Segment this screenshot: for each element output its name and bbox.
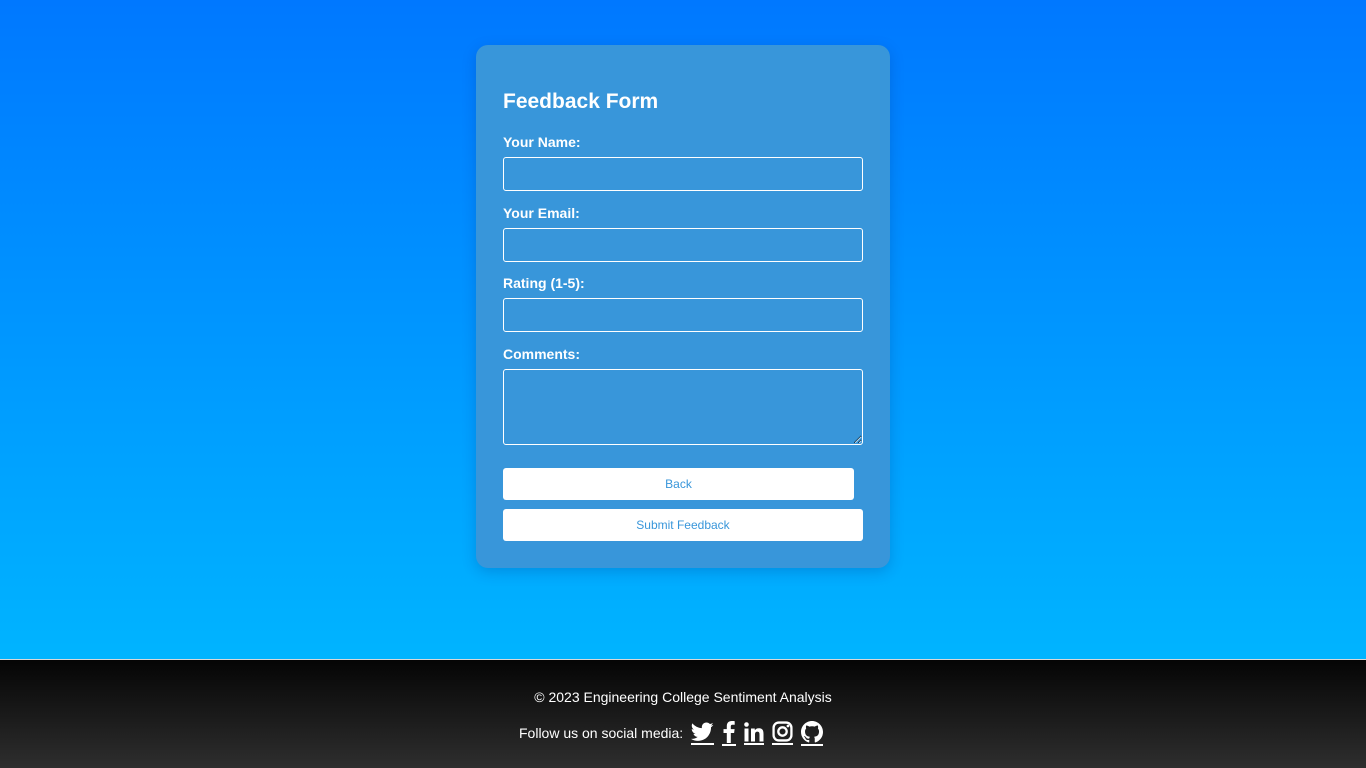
email-label: Your Email:	[503, 205, 580, 221]
footer: © 2023 Engineering College Sentiment Ana…	[0, 659, 1366, 768]
instagram-link[interactable]	[772, 721, 794, 745]
form-title: Feedback Form	[503, 90, 659, 113]
main-area: Feedback Form Your Name: Your Email: Rat…	[0, 0, 1366, 659]
linkedin-link[interactable]	[744, 721, 765, 745]
footer-copyright: © 2023 Engineering College Sentiment Ana…	[534, 689, 832, 705]
twitter-icon	[691, 722, 714, 741]
twitter-link[interactable]	[691, 722, 715, 745]
github-link[interactable]	[801, 720, 824, 746]
follow-text: Follow us on social media:	[519, 725, 684, 741]
github-icon	[801, 720, 824, 742]
rating-input[interactable]	[503, 298, 863, 332]
email-input[interactable]	[503, 228, 863, 262]
facebook-link[interactable]	[722, 720, 737, 746]
linkedin-icon	[744, 721, 764, 741]
back-button[interactable]: Back	[503, 468, 854, 500]
facebook-icon	[723, 720, 735, 743]
comments-textarea[interactable]	[503, 369, 863, 445]
name-input[interactable]	[503, 157, 863, 191]
rating-label: Rating (1-5):	[503, 275, 585, 291]
name-label: Your Name:	[503, 134, 581, 150]
comments-label: Comments:	[503, 346, 581, 362]
social-row: Follow us on social media:	[519, 720, 827, 746]
feedback-form-card: Feedback Form Your Name: Your Email: Rat…	[476, 45, 890, 568]
instagram-icon	[772, 721, 793, 742]
submit-feedback-button[interactable]: Submit Feedback	[503, 509, 863, 541]
